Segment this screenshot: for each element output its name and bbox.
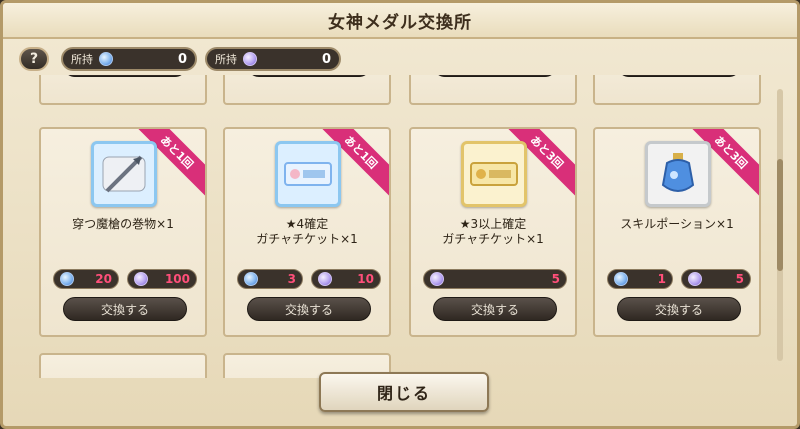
cost-blue: 1 <box>607 269 673 289</box>
cost-amount: 1 <box>657 272 666 286</box>
title-bar: 女神メダル交換所 <box>3 3 797 39</box>
cost-amount: 5 <box>551 272 560 286</box>
window-title: 女神メダル交換所 <box>328 12 472 33</box>
cost-purple: 10 <box>311 269 381 289</box>
silver-ticket-icon <box>275 141 341 207</box>
item-name-line2: ガチャチケット×1 <box>256 232 358 246</box>
exchange-button[interactable]: 交換する <box>617 297 741 321</box>
cost-blue: 20 <box>53 269 119 289</box>
item-name-line1: ★4確定 <box>285 217 329 231</box>
exchange-button[interactable]: 交換する <box>247 75 371 77</box>
cost-amount: 10 <box>357 272 374 286</box>
item-name-line1: ★3以上確定 <box>459 217 527 231</box>
help-button[interactable]: ? <box>19 47 49 71</box>
cost-purple: 100 <box>127 269 197 289</box>
cost-blue: 3 <box>237 269 303 289</box>
holding-label: 所持 <box>71 53 93 66</box>
skill-potion-icon <box>645 141 711 207</box>
close-button[interactable]: 閉じる <box>319 372 489 412</box>
blue-medal-icon <box>99 52 113 66</box>
exchange-button[interactable]: 交換する <box>433 297 557 321</box>
gold-ticket-icon <box>461 141 527 207</box>
blue-medal-icon <box>614 272 628 286</box>
exchange-button[interactable]: 交換する <box>617 75 741 77</box>
item-grid[interactable]: 交換する 交換する 交換する 交換する あと1回 穿つ魔槍の巻物×1 20 <box>31 75 771 378</box>
item-name-line1: スキルポーション×1 <box>620 217 734 231</box>
item-card-partial <box>39 353 207 378</box>
cost-purple: 5 <box>423 269 567 289</box>
blue-medal-icon <box>60 272 74 286</box>
cost-purple: 5 <box>681 269 751 289</box>
item-name: ★3以上確定 ガチャチケット×1 <box>411 217 575 247</box>
cost-amount: 20 <box>95 272 112 286</box>
item-card-partial: 交換する <box>223 75 391 105</box>
exchange-button[interactable]: 交換する <box>433 75 557 77</box>
holding-label: 所持 <box>215 53 237 66</box>
purple-medal-icon <box>318 272 332 286</box>
holding-value: 0 <box>321 51 331 67</box>
item-card-partial: 交換する <box>409 75 577 105</box>
item-card-partial: 交換する <box>39 75 207 105</box>
holding-purple-medal: 所持 0 <box>205 47 341 71</box>
item-card-partial: 交換する <box>593 75 761 105</box>
purple-medal-icon <box>688 272 702 286</box>
item-name: スキルポーション×1 <box>595 217 759 232</box>
purple-medal-icon <box>134 272 148 286</box>
cost-amount: 5 <box>735 272 744 286</box>
item-name-line2: ガチャチケット×1 <box>442 232 544 246</box>
scrollbar-thumb[interactable] <box>777 159 783 271</box>
spear-scroll-icon <box>91 141 157 207</box>
holding-value: 0 <box>177 51 187 67</box>
exchange-button[interactable]: 交換する <box>63 75 187 77</box>
item-name: ★4確定 ガチャチケット×1 <box>225 217 389 247</box>
exchange-button[interactable]: 交換する <box>247 297 371 321</box>
item-card: あと1回 ★4確定 ガチャチケット×1 3 10 交換する <box>223 127 391 337</box>
item-card: あと3回 ★3以上確定 ガチャチケット×1 5 交換する <box>409 127 577 337</box>
item-name-line1: 穿つ魔槍の巻物×1 <box>72 217 174 231</box>
cost-amount: 3 <box>287 272 296 286</box>
item-card: あと1回 穿つ魔槍の巻物×1 20 100 交換する <box>39 127 207 337</box>
medal-exchange-window: 女神メダル交換所 ? 所持 0 所持 0 交換する 交換する 交換する 交換する… <box>0 0 800 429</box>
item-card: あと3回 スキルポーション×1 1 5 交換する <box>593 127 761 337</box>
blue-medal-icon <box>244 272 258 286</box>
item-name: 穿つ魔槍の巻物×1 <box>41 217 205 232</box>
exchange-button[interactable]: 交換する <box>63 297 187 321</box>
purple-medal-icon <box>430 272 444 286</box>
holding-blue-medal: 所持 0 <box>61 47 197 71</box>
purple-medal-icon <box>243 52 257 66</box>
cost-amount: 100 <box>164 272 190 286</box>
